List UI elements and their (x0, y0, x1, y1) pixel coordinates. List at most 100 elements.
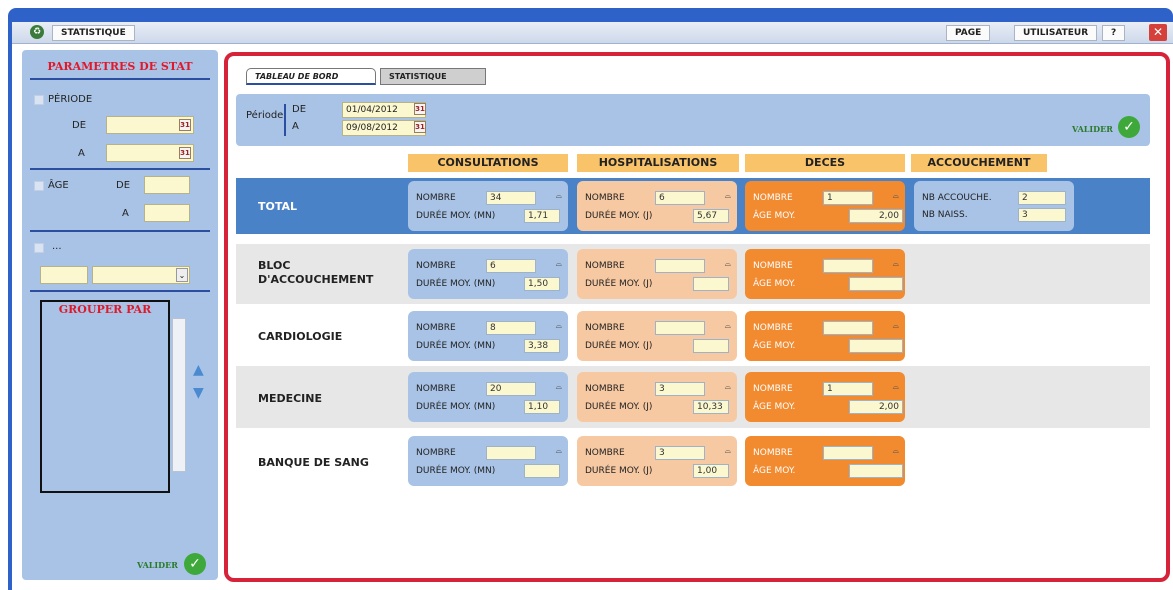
eye-icon[interactable]: ⌓ (893, 382, 899, 392)
hosp-nombre-input[interactable]: 3 (655, 446, 705, 460)
deces-nombre-input[interactable] (823, 321, 873, 335)
menu-help[interactable]: ? (1102, 25, 1126, 41)
group-by-title: GROUPER PAR (58, 303, 152, 316)
deces-nombre-label: NOMBRE (753, 448, 793, 458)
cons-nombre-input[interactable]: 20 (486, 382, 536, 396)
cons-nombre-label: NOMBRE (416, 323, 456, 333)
calendar-icon[interactable]: 31 (414, 121, 426, 133)
deces-nombre-input[interactable] (823, 259, 873, 273)
cons-detail-input[interactable] (524, 464, 560, 478)
eye-icon[interactable]: ⌓ (556, 321, 562, 331)
hosp-detail-input[interactable]: 5,67 (693, 209, 729, 223)
eye-icon[interactable]: ⌓ (725, 321, 731, 331)
eye-icon[interactable]: ⌓ (725, 382, 731, 392)
hosp-detail-input[interactable]: 10,33 (693, 400, 729, 414)
extra-input[interactable] (40, 266, 88, 284)
deces-detail-input[interactable]: 2,00 (849, 209, 903, 223)
eye-icon[interactable]: ⌓ (556, 191, 562, 201)
hosp-cell: NOMBRE 3 ⌓ DURÉE MOY. (J) 10,33 (577, 372, 737, 422)
tab-statistique[interactable]: STATISTIQUE (380, 68, 486, 85)
deces-cell: NOMBRE ⌓ ÂGE MOY. (745, 311, 905, 361)
nb-accouche-input[interactable]: 2 (1018, 191, 1066, 205)
deces-nombre-label: NOMBRE (753, 261, 793, 271)
accouchement-cell: NB ACCOUCHE. 2 NB NAISS. 3 (914, 181, 1074, 231)
hosp-nombre-input[interactable]: 3 (655, 382, 705, 396)
age-a-label: A (122, 208, 129, 219)
periode-checkbox[interactable] (34, 95, 44, 105)
calendar-icon[interactable]: 31 (179, 147, 191, 159)
column-accouchement: ACCOUCHEMENT (911, 154, 1047, 172)
age-a-input[interactable] (144, 204, 190, 222)
row-label-cardiologie: CARDIOLOGIE (258, 330, 343, 343)
deces-nombre-label: NOMBRE (753, 323, 793, 333)
eye-icon[interactable]: ⌓ (725, 259, 731, 269)
divider (30, 78, 210, 80)
cons-detail-input[interactable]: 1,50 (524, 277, 560, 291)
eye-icon[interactable]: ⌓ (556, 446, 562, 456)
eye-icon[interactable]: ⌓ (556, 259, 562, 269)
hosp-detail-input[interactable]: 1,00 (693, 464, 729, 478)
hosp-cell: NOMBRE ⌓ DURÉE MOY. (J) (577, 311, 737, 361)
row-label-banque: BANQUE DE SANG (258, 456, 369, 469)
cons-nombre-input[interactable]: 6 (486, 259, 536, 273)
hosp-nombre-input[interactable]: 6 (655, 191, 705, 205)
nb-accouche-label: NB ACCOUCHE. (922, 193, 992, 203)
group-by-scrollbar[interactable] (172, 318, 186, 472)
cons-detail-input[interactable]: 1,71 (524, 209, 560, 223)
row-label-bloc: BLOC D'ACCOUCHEMENT (258, 259, 374, 286)
cons-detail-input[interactable]: 3,38 (524, 339, 560, 353)
cons-nombre-label: NOMBRE (416, 448, 456, 458)
arrow-down-icon[interactable]: ▼ (193, 386, 205, 400)
deces-detail-input[interactable]: 2,00 (849, 400, 903, 414)
eye-icon[interactable]: ⌓ (893, 191, 899, 201)
extra-checkbox[interactable] (34, 243, 44, 253)
extra-select[interactable]: ⌄ (92, 266, 190, 284)
periode-de-input[interactable]: 31 (106, 116, 194, 134)
cons-nombre-input[interactable]: 34 (486, 191, 536, 205)
deces-detail-input[interactable] (849, 339, 903, 353)
chevron-down-icon[interactable]: ⌄ (176, 268, 188, 282)
row-label-total: TOTAL (258, 200, 298, 213)
deces-nombre-input[interactable]: 1 (823, 382, 873, 396)
column-consultations: CONSULTATIONS (408, 154, 568, 172)
eye-icon[interactable]: ⌓ (556, 382, 562, 392)
age-de-input[interactable] (144, 176, 190, 194)
menu-page[interactable]: PAGE (946, 25, 991, 41)
hosp-nombre-input[interactable] (655, 259, 705, 273)
menu-utilisateur[interactable]: UTILISATEUR (1014, 25, 1098, 41)
check-icon[interactable]: ✓ (1118, 116, 1140, 138)
left-valider-label[interactable]: VALIDER (137, 560, 178, 570)
periode-a-input[interactable]: 31 (106, 144, 194, 162)
hosp-detail-input[interactable] (693, 277, 729, 291)
age-checkbox[interactable] (34, 181, 44, 191)
eye-icon[interactable]: ⌓ (725, 446, 731, 456)
check-icon[interactable]: ✓ (184, 553, 206, 575)
cons-nombre-input[interactable]: 8 (486, 321, 536, 335)
eye-icon[interactable]: ⌓ (893, 259, 899, 269)
calendar-icon[interactable]: 31 (179, 119, 191, 131)
eye-icon[interactable]: ⌓ (725, 191, 731, 201)
arrow-up-icon[interactable]: ▲ (193, 363, 205, 377)
deces-detail-input[interactable] (849, 277, 903, 291)
column-deces: DECES (745, 154, 905, 172)
deces-nombre-input[interactable] (823, 446, 873, 460)
period-valider-label[interactable]: VALIDER (1072, 124, 1113, 134)
cons-nombre-label: NOMBRE (416, 261, 456, 271)
tab-tableau-de-bord[interactable]: TABLEAU DE BORD (246, 68, 376, 85)
deces-nombre-input[interactable]: 1 (823, 191, 873, 205)
deces-detail-input[interactable] (849, 464, 903, 478)
hosp-nombre-input[interactable] (655, 321, 705, 335)
period-a-label: A (292, 121, 299, 132)
deces-cell: NOMBRE ⌓ ÂGE MOY. (745, 436, 905, 486)
cons-detail-label: DURÉE MOY. (MN) (416, 402, 496, 412)
calendar-icon[interactable]: 31 (414, 103, 426, 115)
eye-icon[interactable]: ⌓ (893, 321, 899, 331)
cons-nombre-input[interactable] (486, 446, 536, 460)
cons-detail-input[interactable]: 1,10 (524, 400, 560, 414)
nb-naiss-input[interactable]: 3 (1018, 208, 1066, 222)
group-by-box[interactable] (40, 300, 170, 493)
close-icon[interactable]: ✕ (1149, 24, 1167, 41)
hosp-detail-input[interactable] (693, 339, 729, 353)
cons-cell: NOMBRE 34 ⌓ DURÉE MOY. (MN) 1,71 (408, 181, 568, 231)
eye-icon[interactable]: ⌓ (893, 446, 899, 456)
